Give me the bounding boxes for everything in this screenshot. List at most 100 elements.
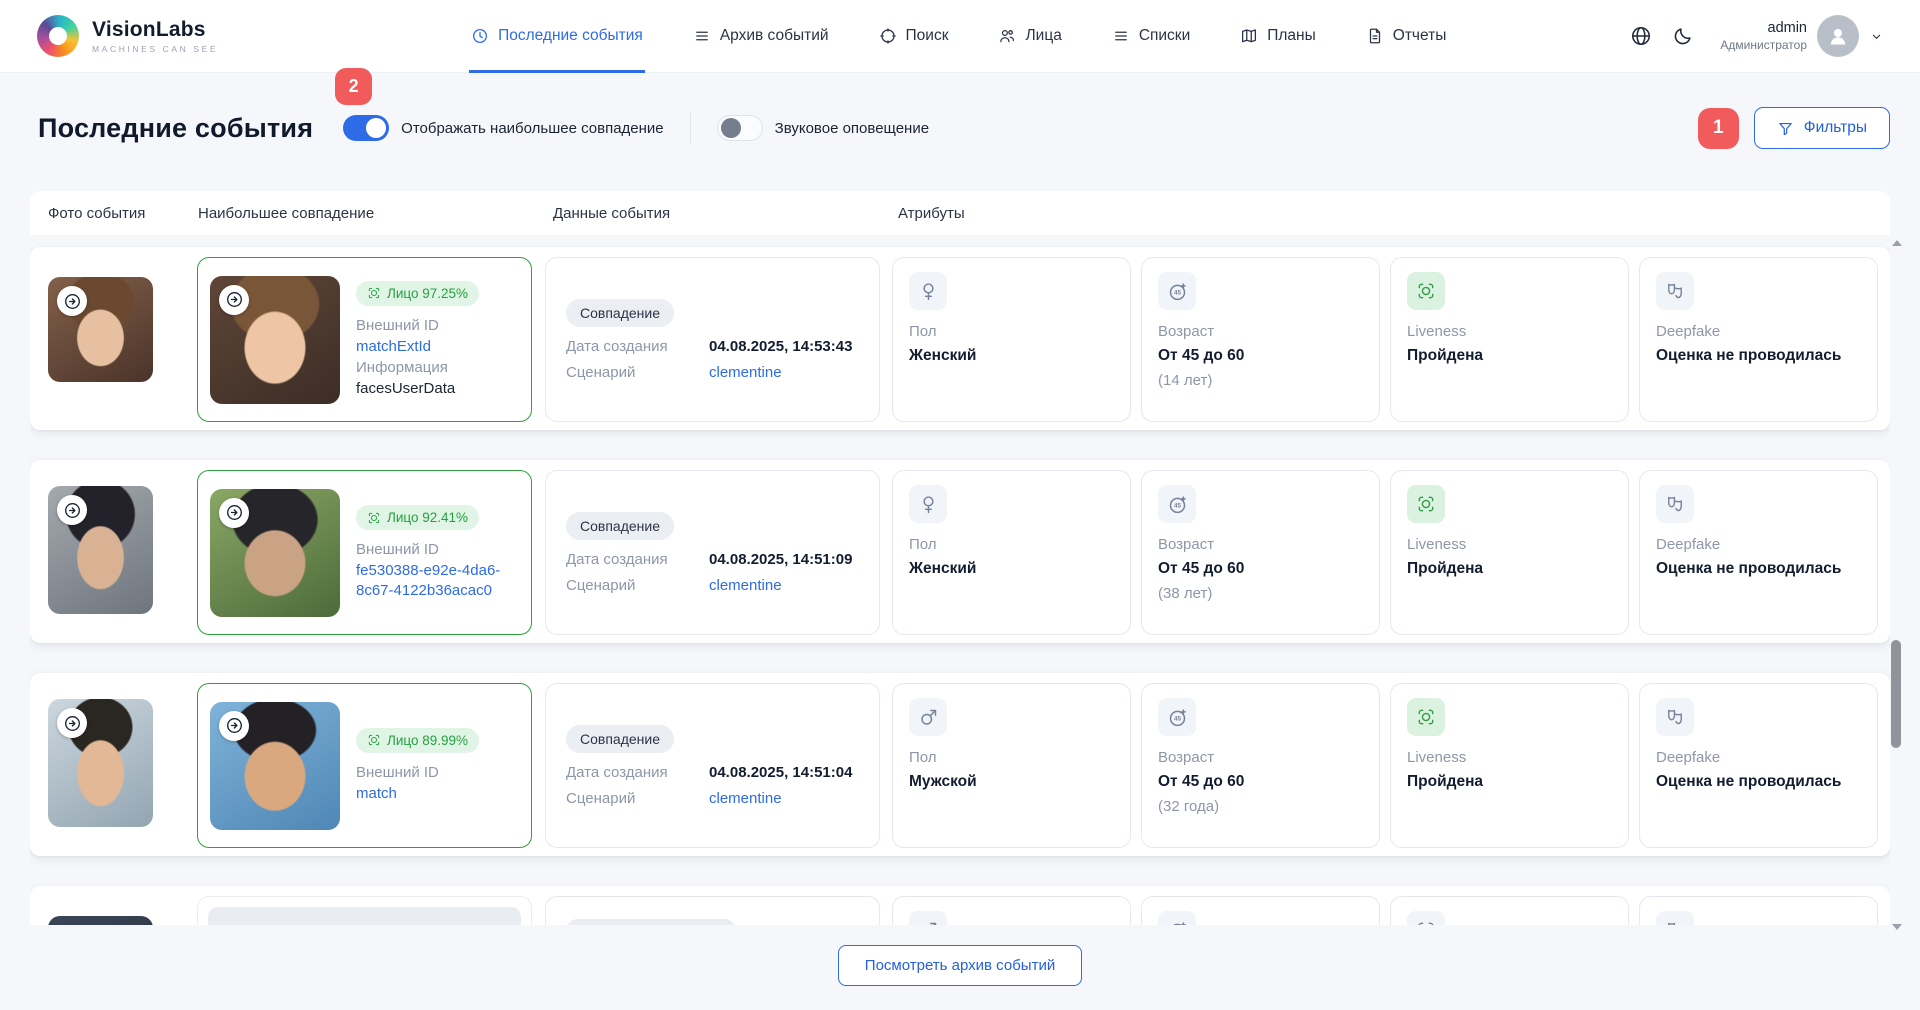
attribute-card-liveness: Liveness Пройдена (1390, 257, 1629, 422)
nav-item-label: Планы (1267, 27, 1316, 45)
header-actions: admin Администратор (1630, 15, 1884, 57)
sound-alert-toggle-wrap: Звуковое оповещение (717, 115, 929, 141)
event-field-value: 04.08.2025, 14:53:43 (709, 338, 852, 355)
age-45-icon: 45 (1158, 911, 1196, 925)
attribute-card-deepfake: Deepfake Оценка не проводилась (1639, 683, 1878, 848)
title-row: Последние события 2 Отображать наибольше… (30, 105, 1890, 151)
event-row[interactable]: Лицо 97.25% Внешний ID matchExtId Информ… (30, 247, 1890, 430)
arrow-circle-icon[interactable] (219, 285, 249, 315)
nav-item-label: Лица (1025, 27, 1061, 45)
attribute-label: Возраст (1158, 323, 1363, 340)
logo-ring-icon (37, 15, 79, 57)
nav-item-search[interactable]: Поиск (877, 0, 951, 73)
face-similarity-badge: Лицо 97.25% (356, 281, 479, 306)
attribute-value: Женский (909, 560, 1114, 578)
face-similarity-value: Лицо 92.41% (387, 510, 468, 525)
arrow-circle-icon[interactable] (57, 286, 87, 316)
event-photo (48, 916, 153, 925)
nav-item-lists[interactable]: Списки (1110, 0, 1192, 73)
event-field-label: Дата создания (566, 764, 709, 781)
vertical-scrollbar (1890, 240, 1904, 930)
scrollbar-thumb[interactable] (1891, 640, 1901, 748)
attribute-note: (14 лет) (1158, 372, 1363, 389)
female-icon (909, 272, 947, 310)
attribute-card-gender: Пол Женский (892, 470, 1131, 635)
attribute-card-deepfake: Deepfake Оценка не проводилась (1639, 257, 1878, 422)
attribute-value: Оценка не проводилась (1656, 773, 1861, 791)
moon-icon[interactable] (1672, 25, 1694, 47)
chevron-down-icon (1869, 29, 1884, 44)
match-field-value[interactable]: matchExtId (356, 337, 479, 357)
event-row[interactable]: 45 (30, 886, 1890, 925)
user-icon (1826, 24, 1850, 48)
table-header: Фото события Наибольшее совпадение Данны… (30, 191, 1890, 235)
match-tag: Совпадение (566, 725, 674, 753)
arrow-circle-icon[interactable] (57, 495, 87, 525)
show-best-match-toggle[interactable] (343, 115, 389, 141)
sound-alert-toggle[interactable] (717, 115, 763, 141)
arrow-circle-icon[interactable] (219, 498, 249, 528)
nav-item-faces[interactable]: Лица (996, 0, 1063, 73)
attribute-label: Deepfake (1656, 323, 1861, 340)
match-photo (210, 276, 340, 404)
attribute-card-deepfake: Deepfake Оценка не проводилась (1639, 470, 1878, 635)
events-list: Лицо 97.25% Внешний ID matchExtId Информ… (30, 235, 1890, 925)
show-best-match-toggle-wrap: 2 Отображать наибольшее совпадение (343, 115, 664, 141)
attributes-group: Пол Женский 45 Возраст От 45 до 60 (14 л… (892, 257, 1878, 422)
event-row[interactable]: Лицо 89.99% Внешний ID match Совпадение … (30, 673, 1890, 856)
attribute-value: Мужской (909, 773, 1114, 791)
attribute-card-liveness (1390, 896, 1629, 925)
nav-item-label: Архив событий (720, 27, 829, 45)
avatar (1817, 15, 1859, 57)
match-field-label: Внешний ID (356, 541, 517, 558)
match-field-value[interactable]: match (356, 784, 479, 804)
event-field-label: Дата создания (566, 551, 709, 568)
user-menu[interactable]: admin Администратор (1720, 15, 1884, 57)
nav-item-recent-events[interactable]: Последние события (469, 0, 645, 73)
view-archive-button[interactable]: Посмотреть архив событий (838, 945, 1082, 986)
face-similarity-badge: Лицо 89.99% (356, 728, 479, 753)
attribute-card-gender: Пол Женский (892, 257, 1131, 422)
attribute-value: От 45 до 60 (1158, 560, 1363, 578)
attributes-group: Пол Мужской 45 Возраст От 45 до 60 (32 г… (892, 683, 1878, 848)
column-header-photo: Фото события (30, 205, 198, 222)
nav-item-reports[interactable]: Отчеты (1364, 0, 1449, 73)
arrow-circle-icon[interactable] (57, 708, 87, 738)
attributes-group: 45 (892, 896, 1878, 925)
event-field-label: Сценарий (566, 790, 709, 807)
match-field-value[interactable]: fe530388-e92e-4da6-8c67-4122b36acac0 (356, 561, 517, 600)
globe-icon[interactable] (1630, 25, 1652, 47)
face-scan-icon (1407, 911, 1445, 925)
list-icon (693, 27, 711, 45)
attribute-card-gender: Пол Мужской (892, 683, 1131, 848)
event-field-label: Дата создания (566, 338, 709, 355)
scroll-up-arrow[interactable] (1892, 240, 1902, 246)
attribute-label: Возраст (1158, 536, 1363, 553)
filters-button[interactable]: Фильтры (1754, 107, 1890, 149)
event-field-value[interactable]: clementine (709, 577, 782, 594)
attribute-value: Оценка не проводилась (1656, 347, 1861, 365)
event-row[interactable]: Лицо 92.41% Внешний ID fe530388-e92e-4da… (30, 460, 1890, 643)
event-field-value[interactable]: clementine (709, 364, 782, 381)
nav-item-events-archive[interactable]: Архив событий (691, 0, 831, 73)
event-photo (48, 699, 153, 827)
clock-icon (471, 27, 489, 45)
attribute-value: Пройдена (1407, 773, 1612, 791)
scroll-down-arrow[interactable] (1892, 924, 1902, 930)
column-header-match: Наибольшее совпадение (198, 205, 545, 222)
match-photo (210, 702, 340, 830)
arrow-circle-icon[interactable] (219, 711, 249, 741)
skeleton-placeholder (208, 907, 521, 925)
attribute-label: Liveness (1407, 536, 1612, 553)
nav-item-plans[interactable]: Планы (1238, 0, 1318, 73)
filters-button-label: Фильтры (1804, 119, 1867, 137)
event-field-label: Сценарий (566, 364, 709, 381)
event-photo (48, 486, 153, 614)
people-icon (998, 27, 1016, 45)
attribute-label: Deepfake (1656, 749, 1861, 766)
event-field-value: 04.08.2025, 14:51:04 (709, 764, 852, 781)
attribute-label: Deepfake (1656, 536, 1861, 553)
face-scan-icon (1407, 698, 1445, 736)
face-badge-icon (367, 733, 381, 747)
event-field-value[interactable]: clementine (709, 790, 782, 807)
